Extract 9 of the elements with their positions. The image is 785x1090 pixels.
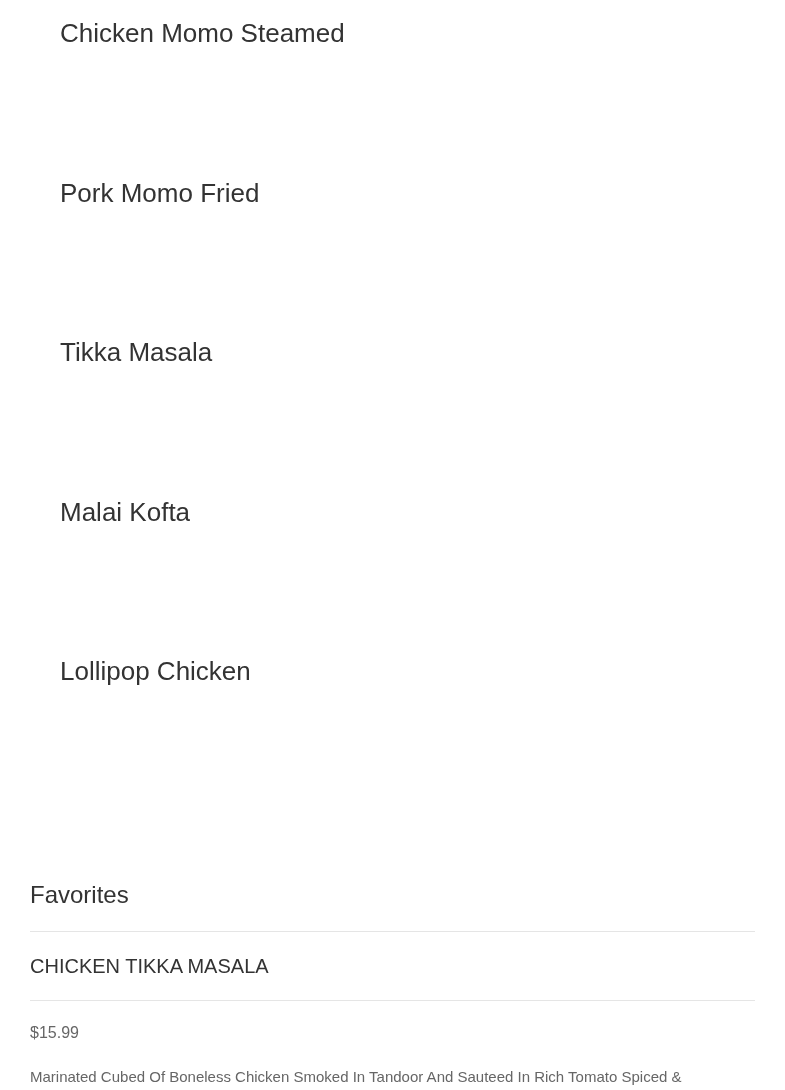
menu-item-title: Lollipop Chicken [60,656,251,686]
dish-price: $15.99 [30,1023,79,1043]
menu-item-title: Chicken Momo Steamed [60,18,345,48]
menu-item-title: Pork Momo Fried [60,177,260,208]
menu-item-title: Tikka Masala [60,337,213,367]
menu-item-title: Malai Kofta [60,496,191,527]
dish-description: Marinated Cubed Of Boneless Chicken Smoked In Tandoor And Sauteed In Rich Tomato Spiced & [30,1067,682,1087]
dish-name: CHICKEN TIKKA MASALA [30,954,269,978]
section-heading: Favorites [30,881,129,909]
